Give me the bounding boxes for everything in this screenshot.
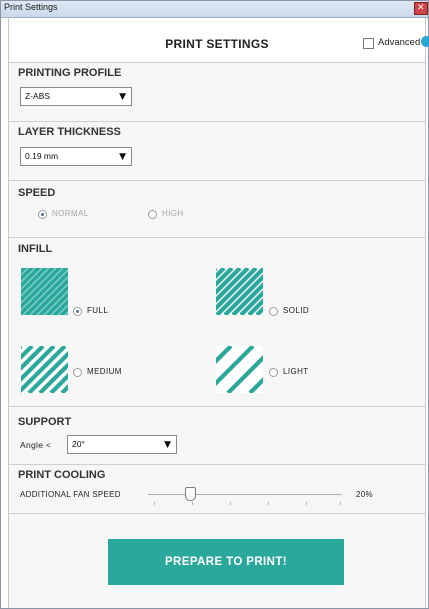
print-cooling-title: PRINT COOLING xyxy=(18,469,106,481)
support-section: SUPPORT Angle < 20° ▼ xyxy=(9,407,425,465)
slider-tick xyxy=(154,502,155,505)
infill-section: INFILL FULL SOLID MEDIUM LIGHT xyxy=(9,238,425,407)
infill-full-pattern-icon xyxy=(21,268,68,315)
title-bar: Print Settings xyxy=(1,1,428,18)
slider-track[interactable] xyxy=(148,494,342,495)
radio-dot[interactable] xyxy=(38,210,47,219)
checkbox-box[interactable] xyxy=(363,38,374,49)
radio-dot[interactable] xyxy=(269,307,278,316)
infill-solid-pattern-icon xyxy=(216,268,263,315)
slider-thumb[interactable] xyxy=(185,487,196,501)
speed-normal-label: NORMAL xyxy=(52,209,89,218)
layer-thickness-select[interactable]: 0.19 mm ▼ xyxy=(20,147,132,166)
infill-light-pattern-icon xyxy=(216,346,263,393)
infill-full-label: FULL xyxy=(87,306,109,315)
infill-medium-pattern-icon xyxy=(21,346,68,393)
radio-dot[interactable] xyxy=(73,307,82,316)
callout-marker-right xyxy=(421,36,429,47)
chevron-down-icon: ▼ xyxy=(119,92,126,102)
radio-dot[interactable] xyxy=(269,368,278,377)
radio-dot[interactable] xyxy=(73,368,82,377)
panel-header: PRINT SETTINGS Advanced xyxy=(9,18,425,63)
radio-dot[interactable] xyxy=(148,210,157,219)
support-angle-select[interactable]: 20° ▼ xyxy=(67,435,177,454)
angle-label: Angle < xyxy=(20,440,52,450)
fan-speed-slider[interactable] xyxy=(148,487,342,507)
print-settings-window: Print Settings PRINT SETTINGS Advanced P… xyxy=(0,0,429,609)
support-title: SUPPORT xyxy=(18,416,72,428)
printing-profile-title: PRINTING PROFILE xyxy=(18,67,122,79)
printing-profile-select[interactable]: Z-ABS ▼ xyxy=(20,87,132,106)
layer-thickness-section: LAYER THICKNESS 0.19 mm ▼ xyxy=(9,122,425,181)
printing-profile-value: Z-ABS xyxy=(25,91,51,101)
window-title: Print Settings xyxy=(4,2,58,12)
infill-medium-label: MEDIUM xyxy=(87,367,122,376)
infill-light-label: LIGHT xyxy=(283,367,309,376)
layer-thickness-value: 0.19 mm xyxy=(25,151,59,161)
close-icon[interactable] xyxy=(414,2,428,15)
prepare-to-print-button[interactable]: PREPARE TO PRINT! xyxy=(108,539,344,585)
support-angle-value: 20° xyxy=(72,439,85,449)
layer-thickness-title: LAYER THICKNESS xyxy=(18,126,121,138)
advanced-label: Advanced xyxy=(378,37,421,48)
speed-high-label: HIGH xyxy=(162,209,184,218)
infill-title: INFILL xyxy=(18,243,53,255)
slider-tick xyxy=(230,502,231,505)
infill-solid-label: SOLID xyxy=(283,306,310,315)
slider-tick xyxy=(340,502,341,505)
speed-title: SPEED xyxy=(18,187,56,199)
fan-speed-value: 20% xyxy=(356,490,373,499)
settings-panel: PRINT SETTINGS Advanced PRINTING PROFILE… xyxy=(8,18,426,608)
slider-tick xyxy=(192,502,193,505)
fan-speed-label: ADDITIONAL FAN SPEED xyxy=(20,490,121,499)
printing-profile-section: PRINTING PROFILE Z-ABS ▼ xyxy=(9,63,425,122)
chevron-down-icon: ▼ xyxy=(119,152,126,162)
slider-tick xyxy=(306,502,307,505)
chevron-down-icon: ▼ xyxy=(164,440,171,450)
print-cooling-section: PRINT COOLING ADDITIONAL FAN SPEED 20% xyxy=(9,465,425,514)
slider-tick xyxy=(268,502,269,505)
speed-section: SPEED NORMAL HIGH xyxy=(9,181,425,238)
